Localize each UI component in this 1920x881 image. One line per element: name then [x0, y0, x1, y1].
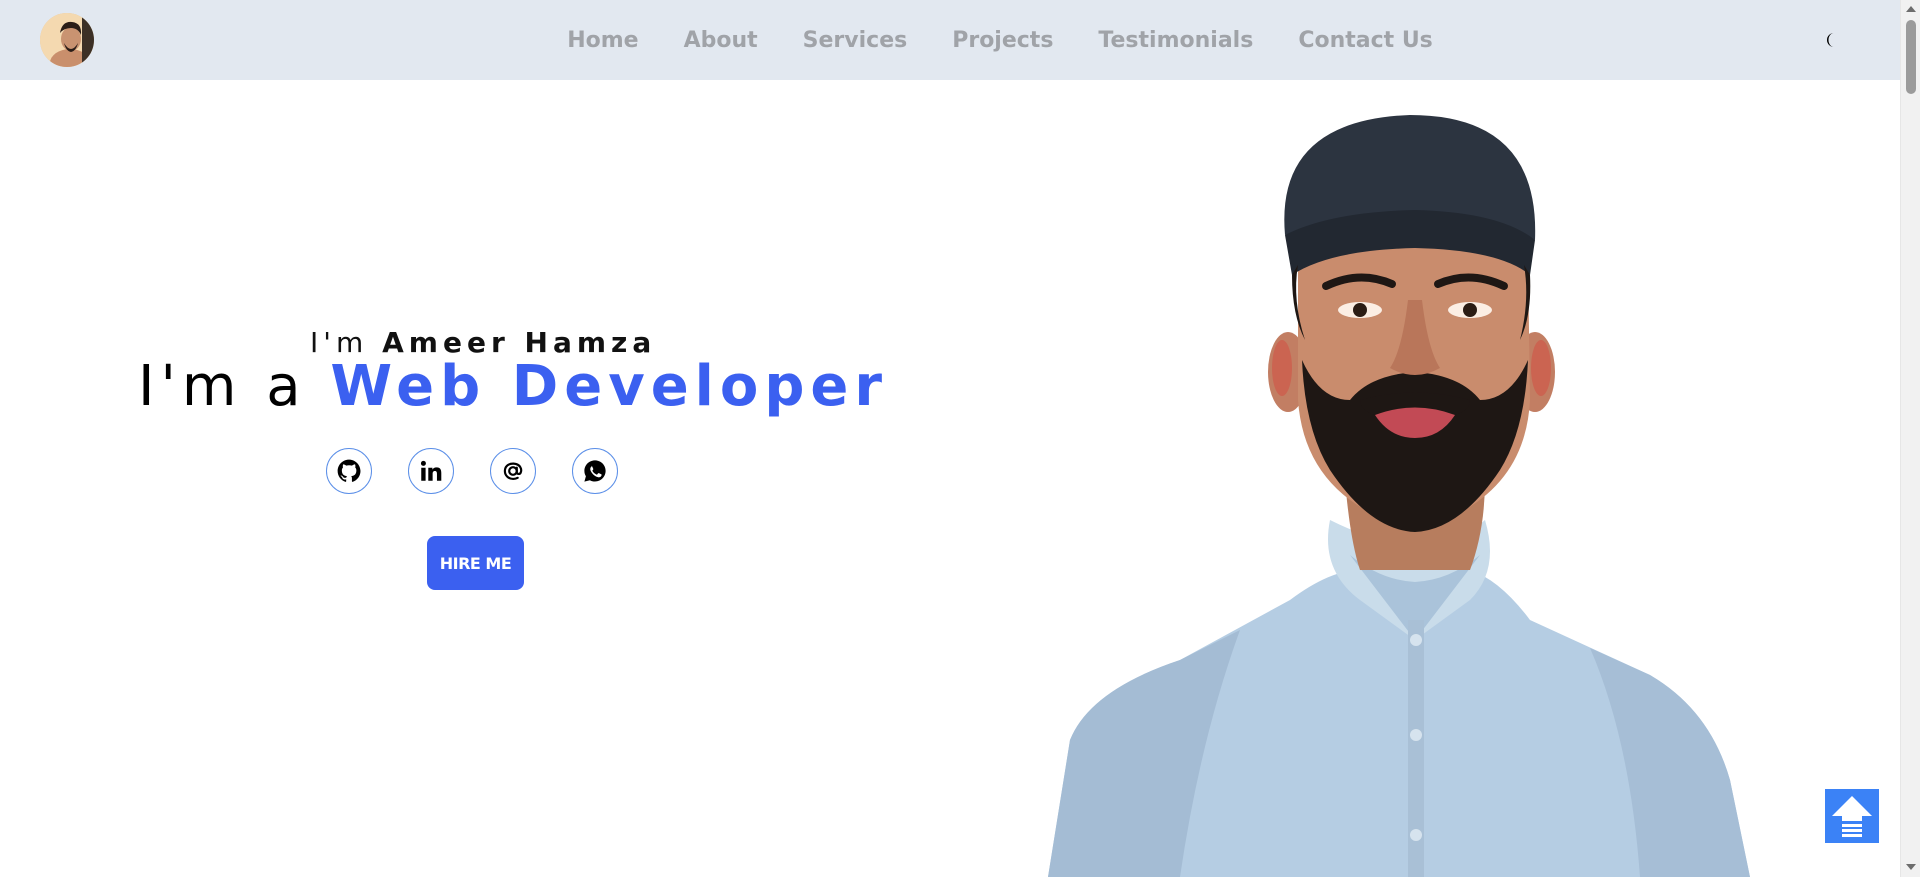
- hero-headline: I'm a Web Developer: [138, 354, 888, 419]
- hire-me-button[interactable]: HIRE ME: [427, 536, 524, 590]
- scroll-down-arrow-icon[interactable]: [1906, 864, 1916, 870]
- nav-home[interactable]: Home: [567, 28, 638, 53]
- headline-prefix: I'm a: [138, 354, 307, 419]
- email-link[interactable]: [490, 448, 536, 494]
- scroll-thumb[interactable]: [1906, 20, 1916, 94]
- whatsapp-link[interactable]: [572, 448, 618, 494]
- github-icon: [337, 459, 361, 482]
- hero-portrait: [1030, 100, 1780, 877]
- hero-role: Web Developer: [330, 354, 889, 419]
- nav-testimonials[interactable]: Testimonials: [1098, 28, 1253, 53]
- nav-contact[interactable]: Contact Us: [1298, 28, 1432, 53]
- moon-icon[interactable]: [1826, 30, 1846, 50]
- email-icon: [503, 462, 523, 480]
- page-scrollbar[interactable]: [1900, 0, 1920, 877]
- nav-about[interactable]: About: [684, 28, 758, 53]
- linkedin-link[interactable]: [408, 448, 454, 494]
- back-to-top-button[interactable]: [1825, 789, 1879, 843]
- nav-services[interactable]: Services: [803, 28, 908, 53]
- site-header: Home About Services Projects Testimonial…: [0, 0, 1900, 80]
- github-link[interactable]: [326, 448, 372, 494]
- arrow-up-icon: [1832, 796, 1872, 837]
- nav-projects[interactable]: Projects: [952, 28, 1053, 53]
- main-nav: Home About Services Projects Testimonial…: [0, 0, 1900, 80]
- linkedin-icon: [420, 460, 442, 481]
- scroll-up-arrow-icon[interactable]: [1906, 6, 1916, 12]
- portrait-image: [1048, 115, 1750, 877]
- whatsapp-icon: [584, 460, 606, 482]
- social-links: [326, 448, 618, 494]
